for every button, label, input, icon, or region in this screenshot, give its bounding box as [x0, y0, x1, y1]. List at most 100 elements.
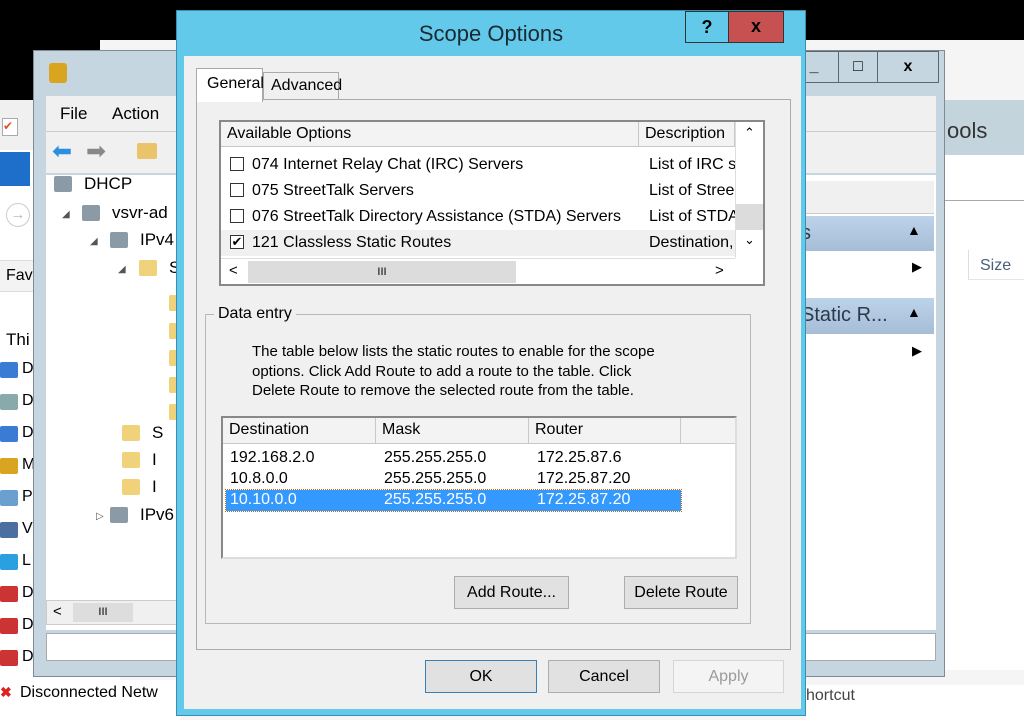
- routes-table[interactable]: Destination Mask Router 192.168.2.0 255.2…: [221, 416, 737, 559]
- up-folder-icon[interactable]: [137, 143, 157, 159]
- tree-item[interactable]: I: [152, 450, 157, 470]
- scroll-down-icon[interactable]: ⌄: [744, 232, 755, 248]
- delete-route-button[interactable]: Delete Route: [624, 576, 738, 609]
- back-arrow-icon[interactable]: ⬅: [52, 137, 72, 166]
- explorer-item[interactable]: D: [22, 360, 34, 378]
- data-entry-group: Data entry The table below lists the sta…: [205, 305, 751, 624]
- shortcut-label: hortcut: [806, 685, 1024, 720]
- close-button[interactable]: x: [728, 11, 784, 43]
- drive-icon: [0, 586, 18, 602]
- route-mask: 255.255.255.0: [384, 449, 487, 466]
- help-button[interactable]: ?: [685, 11, 729, 43]
- explorer-right-pane: ools Size: [935, 100, 1024, 670]
- tree-horizontal-scrollbar[interactable]: < III: [46, 600, 186, 625]
- tree-expander-icon[interactable]: ◢: [118, 264, 126, 275]
- route-row[interactable]: 10.10.0.0 255.255.255.0 172.25.87.20: [225, 489, 682, 512]
- route-row[interactable]: 192.168.2.0 255.255.255.0 172.25.87.6: [226, 448, 681, 469]
- tab-general[interactable]: General: [196, 68, 264, 102]
- disconnected-icon: ✖: [0, 684, 12, 700]
- tree-item[interactable]: S: [152, 423, 163, 443]
- folder-icon: [139, 260, 157, 276]
- checklist-icon: ✔: [2, 118, 18, 136]
- route-mask: 255.255.255.0: [384, 491, 487, 508]
- route-row[interactable]: 10.8.0.0 255.255.255.0 172.25.87.20: [226, 469, 681, 490]
- this-pc-label: Thi: [6, 330, 30, 349]
- explorer-item[interactable]: P: [22, 488, 33, 506]
- option-row[interactable]: 075 StreetTalk Servers List of Stree: [221, 178, 735, 204]
- option-checkbox[interactable]: [230, 209, 244, 223]
- scroll-up-icon[interactable]: ⌃: [744, 125, 755, 141]
- size-column-header[interactable]: Size: [980, 257, 1011, 275]
- tree-expander-icon[interactable]: ▷: [96, 511, 104, 522]
- favorites-tab[interactable]: Fav: [6, 267, 33, 285]
- menu-file[interactable]: File: [60, 104, 87, 124]
- collapse-icon[interactable]: ▲: [907, 222, 921, 238]
- tree-expander-icon[interactable]: ◢: [90, 236, 98, 247]
- drive-icon: [0, 394, 18, 410]
- forward-arrow-icon[interactable]: ➡: [86, 137, 106, 166]
- tree-item[interactable]: I: [152, 477, 157, 497]
- explorer-item[interactable]: V: [22, 520, 33, 538]
- column-mask[interactable]: Mask: [376, 418, 529, 444]
- tree-item[interactable]: vsvr-ad: [112, 203, 168, 223]
- ipv-server-icon: [110, 232, 128, 248]
- column-filler: [681, 418, 735, 444]
- explorer-item[interactable]: D: [22, 648, 34, 666]
- expand-arrow-icon[interactable]: ▶: [912, 259, 922, 275]
- data-entry-legend: Data entry: [214, 305, 296, 323]
- explorer-item[interactable]: D: [22, 584, 34, 602]
- explorer-item[interactable]: D: [22, 392, 34, 410]
- actions-section-header-static-routes[interactable]: Static R... ▲: [789, 298, 934, 334]
- pane-title: ools: [947, 118, 988, 143]
- option-row[interactable]: ✔ 121 Classless Static Routes Destination,: [221, 230, 735, 256]
- scroll-right-icon[interactable]: >: [715, 262, 724, 279]
- drive-icon: [0, 554, 18, 570]
- drive-icon: [0, 522, 18, 538]
- options-horizontal-scrollbar[interactable]: < III >: [221, 258, 735, 284]
- collapse-icon[interactable]: ▲: [907, 304, 921, 320]
- actions-section-header[interactable]: s ▲: [789, 216, 934, 251]
- drive-icon: [0, 618, 18, 634]
- drive-icon: [0, 362, 18, 378]
- drive-icon: [0, 490, 18, 506]
- explorer-item[interactable]: L: [22, 552, 31, 570]
- tree-item[interactable]: IPv4: [140, 230, 174, 250]
- column-description[interactable]: Description: [639, 122, 735, 147]
- tree-expander-icon[interactable]: ◢: [62, 209, 70, 220]
- option-name: 074 Internet Relay Chat (IRC) Servers: [252, 156, 524, 173]
- option-checkbox[interactable]: ✔: [230, 235, 244, 249]
- option-row[interactable]: 076 StreetTalk Directory Assistance (STD…: [221, 204, 735, 230]
- column-available-options[interactable]: Available Options: [221, 122, 639, 147]
- tab-advanced[interactable]: Advanced: [263, 72, 342, 100]
- scroll-left-icon[interactable]: <: [229, 262, 238, 279]
- option-row[interactable]: 074 Internet Relay Chat (IRC) Servers Lis…: [221, 152, 735, 178]
- ok-button[interactable]: OK: [425, 660, 537, 693]
- cancel-button[interactable]: Cancel: [548, 660, 660, 693]
- drive-icon: [0, 426, 18, 442]
- option-checkbox[interactable]: [230, 157, 244, 171]
- menu-action[interactable]: Action: [112, 104, 159, 124]
- apply-button[interactable]: Apply: [673, 660, 784, 693]
- tree-item[interactable]: IPv6: [140, 505, 174, 525]
- column-destination[interactable]: Destination: [223, 418, 376, 444]
- route-destination: 10.10.0.0: [230, 491, 297, 508]
- available-options-list[interactable]: Available Options Description 074 Intern…: [219, 120, 765, 286]
- maximize-button[interactable]: □: [838, 51, 878, 83]
- route-router: 172.25.87.20: [537, 491, 631, 508]
- add-route-button[interactable]: Add Route...: [454, 576, 569, 609]
- explorer-item[interactable]: D: [22, 424, 34, 442]
- option-description: List of Stree: [649, 182, 735, 199]
- explorer-item-disconnected[interactable]: Disconnected Netw: [20, 684, 158, 702]
- selected-bar: [0, 152, 30, 186]
- column-router[interactable]: Router: [529, 418, 681, 444]
- dhcp-app-icon: [49, 63, 67, 83]
- options-vertical-scrollbar[interactable]: ⌃ ⌄: [735, 122, 763, 258]
- dhcp-icon: [54, 176, 72, 192]
- option-name: 076 StreetTalk Directory Assistance (STD…: [252, 208, 622, 225]
- forward-button[interactable]: →: [6, 203, 30, 227]
- explorer-item[interactable]: D: [22, 616, 34, 634]
- tree-item[interactable]: DHCP: [84, 174, 132, 194]
- expand-arrow-icon[interactable]: ▶: [912, 343, 922, 359]
- option-checkbox[interactable]: [230, 183, 244, 197]
- close-button[interactable]: x: [877, 51, 939, 83]
